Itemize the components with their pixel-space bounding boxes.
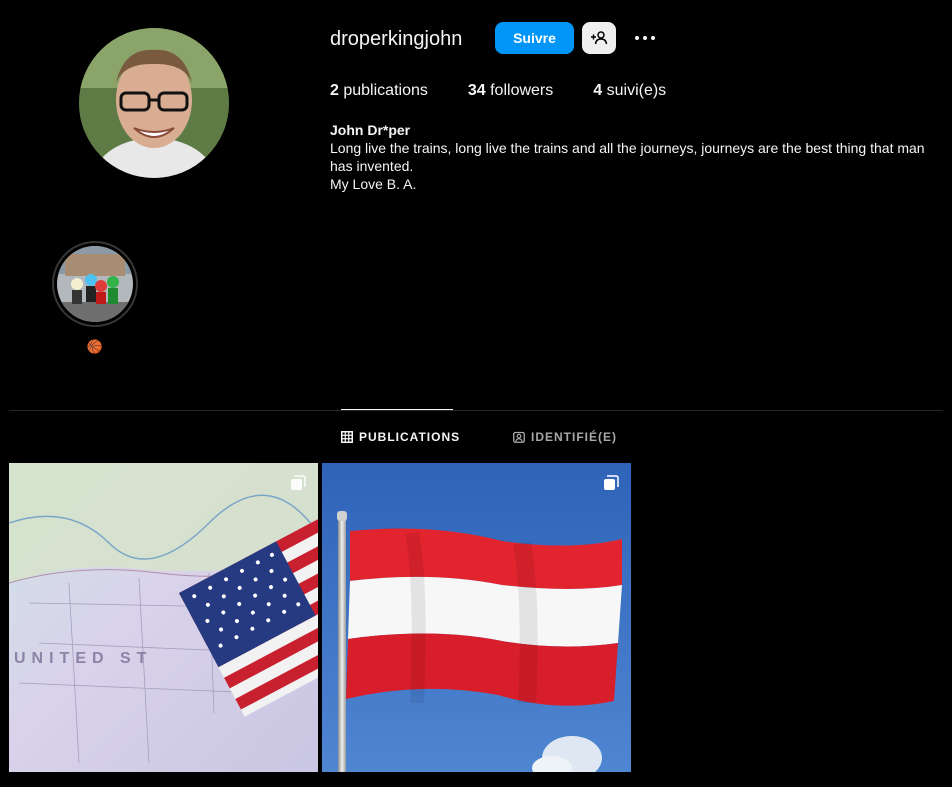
- story-highlight[interactable]: [52, 241, 138, 327]
- tab-publications-label: PUBLICATIONS: [359, 430, 461, 444]
- follow-button[interactable]: Suivre: [495, 22, 574, 54]
- highlight-cover: [57, 246, 133, 322]
- profile-avatar[interactable]: [79, 28, 229, 178]
- profile-username: droperkingjohn: [330, 28, 463, 50]
- highlight-label: 🏀: [86, 339, 104, 354]
- post-image-austria-flag: [322, 463, 631, 772]
- tab-tagged-label: IDENTIFIÉ(E): [531, 430, 617, 444]
- display-name: John Dr*per: [330, 122, 411, 138]
- post-thumbnail[interactable]: [322, 463, 631, 772]
- tabs-divider: [9, 410, 943, 411]
- profile-stats: 2 publications 34 followers 4 suivi(e)s: [330, 82, 666, 100]
- svg-text:UNITED ST: UNITED ST: [14, 650, 152, 667]
- grid-icon: [341, 431, 353, 443]
- followers-link[interactable]: 34 followers: [468, 82, 553, 100]
- posts-count: 2 publications: [330, 82, 428, 99]
- more-options-button[interactable]: [632, 26, 658, 50]
- bio-text-2: My Love B. A.: [330, 176, 417, 192]
- active-tab-indicator: [341, 409, 453, 410]
- bio-text: Long live the trains, long live the trai…: [330, 140, 925, 174]
- more-icon: [635, 36, 655, 40]
- post-image-us-flag-map: UNITED ST: [9, 463, 318, 772]
- tagged-icon: [513, 431, 525, 443]
- carousel-icon: [604, 475, 619, 490]
- suggest-users-button[interactable]: [582, 22, 616, 54]
- avatar-photo: [79, 28, 229, 178]
- profile-bio: John Dr*per Long live the trains, long l…: [330, 121, 930, 193]
- tab-publications[interactable]: PUBLICATIONS: [341, 430, 460, 444]
- following-link[interactable]: 4 suivi(e)s: [593, 82, 666, 100]
- tab-tagged[interactable]: IDENTIFIÉ(E): [513, 430, 617, 444]
- carousel-icon: [291, 475, 306, 490]
- add-user-icon: [591, 31, 608, 45]
- post-thumbnail[interactable]: UNITED ST: [9, 463, 318, 772]
